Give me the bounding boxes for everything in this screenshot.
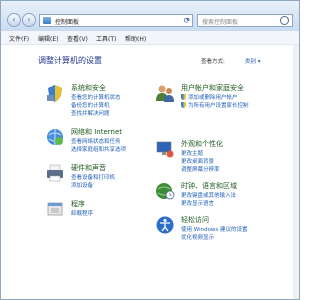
category-ease-of-access: 轻松访问 使用 Windows 建议的设置 优化视频显示	[155, 215, 285, 247]
network-globe-icon	[47, 129, 63, 145]
menu-help[interactable]: 帮助(H)	[125, 34, 146, 43]
category-title[interactable]: 轻松访问	[181, 215, 209, 225]
link-desktop-background[interactable]: 更改桌面背景	[181, 157, 214, 165]
refresh-icon[interactable]: ⟳	[181, 15, 193, 26]
category-network: 网络和 Internet 查看网络状态和任务 选择家庭组和共享选项	[45, 127, 155, 159]
programs-icon	[47, 202, 63, 216]
category-appearance: 外观和个性化 更改主题 更改桌面背景 调整屏幕分辨率	[155, 139, 285, 175]
link-network-status[interactable]: 查看网络状态和任务	[71, 137, 121, 145]
link-troubleshoot[interactable]: 查找并解决问题	[71, 109, 110, 117]
search-icon[interactable]	[280, 16, 289, 25]
search-placeholder: 搜索控制面板	[202, 19, 239, 26]
link-display-language[interactable]: 更改显示语言	[181, 199, 214, 207]
menu-file[interactable]: 文件(F)	[9, 34, 29, 43]
forward-button[interactable]: ›	[22, 13, 36, 27]
view-by-dropdown[interactable]: 类别 ▾	[245, 57, 261, 65]
category-title[interactable]: 硬件和声音	[71, 163, 106, 173]
category-title[interactable]: 系统和安全	[71, 83, 106, 93]
category-title[interactable]: 网络和 Internet	[71, 127, 122, 137]
menu-tools[interactable]: 工具(T)	[96, 34, 116, 43]
category-title[interactable]: 时钟、语言和区域	[181, 181, 237, 191]
category-title[interactable]: 用户帐户和家庭安全	[181, 83, 244, 93]
menu-edit[interactable]: 编辑(E)	[38, 34, 58, 43]
menu-view[interactable]: 查看(V)	[67, 34, 88, 43]
link-homegroup[interactable]: 选择家庭组和共享选项	[71, 145, 126, 153]
category-programs: 程序 卸载程序	[45, 199, 155, 223]
users-icon	[156, 85, 174, 102]
address-bar[interactable]: 控制面板 ▾	[39, 14, 193, 27]
category-hardware-sound: 硬件和声音 查看设备和打印机 添加设备	[45, 163, 155, 195]
search-input[interactable]: 搜索控制面板	[197, 14, 293, 27]
address-toolbar: ‹ › 控制面板 ▾ ⟳ 搜索控制面板	[1, 1, 299, 31]
category-clock-language: 时钟、语言和区域 更改键盘或其他输入法 更改显示语言	[155, 181, 285, 213]
address-location: 控制面板	[55, 19, 80, 26]
system-security-icon	[47, 85, 62, 102]
link-view-status[interactable]: 查看您的计算机状态	[71, 93, 121, 101]
menu-bar: 文件(F) 编辑(E) 查看(V) 工具(T) 帮助(H)	[1, 31, 299, 45]
category-title[interactable]: 外观和个性化	[181, 139, 223, 149]
printer-icon	[47, 164, 63, 182]
link-optimize-display[interactable]: 优化视频显示	[181, 233, 214, 241]
link-parental-controls[interactable]: 为所有用户设置家长控制	[181, 101, 249, 109]
back-button[interactable]: ‹	[7, 13, 21, 27]
appearance-icon	[156, 141, 174, 158]
view-by-label: 查看方式:	[201, 59, 225, 65]
link-text: 为所有用户设置家长控制	[188, 103, 249, 109]
uac-shield-icon	[181, 94, 186, 100]
page-title: 调整计算机的设置	[38, 56, 102, 65]
control-panel-icon	[43, 17, 51, 24]
ease-of-access-icon	[156, 216, 174, 234]
control-panel-window: ‹ › 控制面板 ▾ ⟳ 搜索控制面板 文件(F) 编辑(E) 查看(V) 工具…	[0, 0, 300, 300]
scrollbar[interactable]	[293, 45, 299, 299]
link-screen-resolution[interactable]: 调整屏幕分辨率	[181, 165, 220, 173]
uac-shield-icon	[181, 102, 186, 108]
link-devices-printers[interactable]: 查看设备和打印机	[71, 173, 115, 181]
link-add-remove-users[interactable]: 添加或删除用户帐户	[181, 93, 238, 101]
category-title[interactable]: 程序	[71, 199, 85, 209]
link-recommended-settings[interactable]: 使用 Windows 建议的设置	[181, 225, 248, 233]
link-change-theme[interactable]: 更改主题	[181, 149, 203, 157]
clock-globe-icon	[156, 183, 175, 200]
category-user-accounts: 用户帐户和家庭安全 添加或删除用户帐户 为所有用户设置家长控制	[155, 83, 285, 115]
link-uninstall[interactable]: 卸载程序	[71, 209, 93, 217]
link-add-device[interactable]: 添加设备	[71, 181, 93, 189]
category-system-security: 系统和安全 查看您的计算机状态 备份您的计算机 查找并解决问题	[45, 83, 155, 123]
link-input-methods[interactable]: 更改键盘或其他输入法	[181, 191, 236, 199]
link-backup[interactable]: 备份您的计算机	[71, 101, 110, 109]
